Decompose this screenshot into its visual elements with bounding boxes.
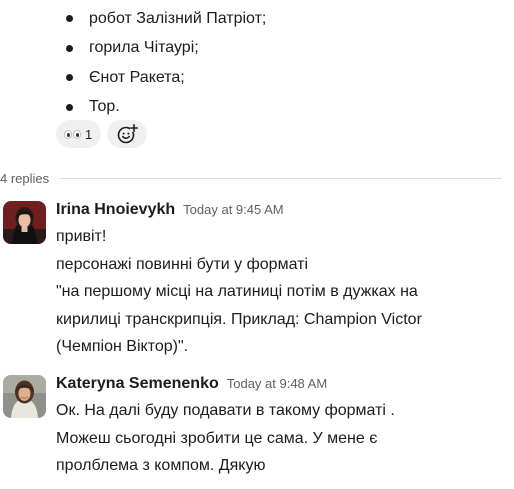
list-item-text: робот Залізний Патріот; (89, 9, 267, 27)
list-item-text: Тор. (89, 98, 120, 116)
message-body: Irina Hnoievykh Today at 9:45 AM привіт!… (56, 201, 506, 361)
list-item: Тор. (56, 93, 496, 123)
message-line: Ок. На далі буду подавати в такому форма… (56, 402, 395, 419)
list-item-text: Єнот Ракета; (89, 68, 185, 86)
timestamp[interactable]: Today at 9:45 AM (183, 202, 283, 217)
author-name[interactable]: Kateryna Semenenko (56, 375, 219, 393)
list-item: Єнот Ракета; (56, 63, 496, 93)
message-line: персонажі повинні бути у форматі (56, 255, 309, 273)
thread-view: робот Залізний Патріот; горила Чітаурі; … (0, 0, 514, 489)
list-item: робот Залізний Патріот; (56, 4, 496, 34)
bullet-icon (66, 74, 73, 82)
add-reaction-icon (117, 124, 139, 144)
replies-divider: 4 replies (0, 168, 502, 188)
avatar[interactable] (3, 201, 46, 244)
divider-line (59, 177, 502, 179)
message-line: Можеш сьогодні зробити це сама. У мене є (56, 429, 378, 447)
reaction-count: 1 (85, 126, 93, 142)
bullet-list: робот Залізний Патріот; горила Чітаурі; … (56, 4, 496, 122)
eyes-reaction-button[interactable]: 1 (56, 120, 102, 148)
eyes-icon (64, 129, 81, 139)
timestamp[interactable]: Today at 9:48 AM (227, 376, 327, 391)
reactions-bar: 1 (56, 120, 148, 148)
message-header: Irina Hnoievykh Today at 9:45 AM (56, 201, 506, 223)
message-line: кирилиці транскрипція. Приклад: Champion… (56, 310, 422, 328)
message-line: "на першому місці на латиниці потім в ду… (56, 283, 418, 300)
avatar[interactable] (3, 375, 46, 418)
add-reaction-button[interactable] (107, 120, 148, 148)
list-item-text: горила Чітаурі; (89, 39, 199, 57)
message-line: (Чемпіон Віктор)". (56, 338, 189, 355)
message-line: пролблема з компом. Дякую (56, 457, 266, 474)
author-name[interactable]: Irina Hnoievykh (56, 201, 175, 219)
bullet-icon (66, 44, 73, 52)
list-item: горила Чітаурі; (56, 34, 496, 64)
bullet-icon (66, 103, 73, 111)
message-line: привіт! (56, 228, 107, 245)
replies-count: 4 replies (0, 170, 50, 186)
message-body: Kateryna Semenenko Today at 9:48 AM Ок. … (56, 375, 506, 480)
message-header: Kateryna Semenenko Today at 9:48 AM (56, 375, 506, 397)
bullet-icon (66, 15, 73, 23)
